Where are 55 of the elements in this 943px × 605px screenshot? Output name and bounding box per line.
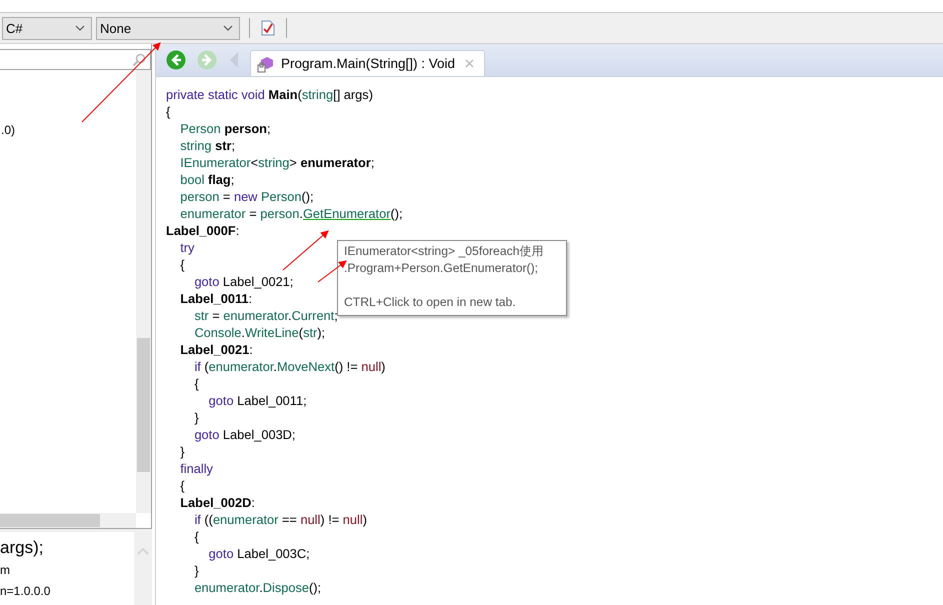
- tree-item[interactable]: .0): [1, 122, 16, 139]
- vertical-scrollbar[interactable]: [136, 70, 151, 513]
- code-line: str = enumerator.Current;: [193, 307, 338, 324]
- details-text: m: [0, 562, 11, 579]
- tooltip-text: CTRL+Click to open in new tab.: [344, 294, 516, 311]
- dropdown[interactable]: None: [96, 16, 240, 40]
- back-button[interactable]: [166, 50, 186, 70]
- code-line: Person person;: [179, 120, 271, 137]
- code-line: {: [166, 103, 170, 120]
- code-line: try: [179, 239, 194, 256]
- tooltip-text: IEnumerator<string> _05foreach使用: [344, 243, 544, 260]
- details-text: n=1.0.0.0: [0, 583, 52, 600]
- code-line: Label_002D:: [179, 494, 255, 511]
- forward-button[interactable]: [197, 50, 217, 70]
- dropdown[interactable]: C#: [2, 16, 92, 40]
- code-line: {: [179, 256, 184, 273]
- code-line: bool flag;: [179, 171, 234, 188]
- code-line: person = new Person();: [179, 188, 314, 205]
- tab[interactable]: Program.Main(String[]) : Void: [250, 50, 486, 76]
- code-line: Label_000F:: [166, 222, 240, 239]
- code-line: }: [193, 409, 199, 426]
- code-line: }: [193, 562, 199, 579]
- code-link[interactable]: GetEnumerator: [302, 206, 390, 221]
- code-line: Console.WriteLine(str);: [193, 324, 326, 341]
- code-line: goto Label_0021;: [193, 273, 294, 290]
- code-line: goto Label_003D;: [193, 426, 296, 443]
- code-line: enumerator = person.GetEnumerator();: [179, 205, 403, 222]
- caret-icon: [223, 25, 233, 31]
- code-line: {: [179, 477, 184, 494]
- code-line: {: [193, 375, 199, 392]
- document-check-icon[interactable]: [261, 20, 275, 36]
- code-line: goto Label_003C;: [208, 545, 310, 562]
- code-line: IEnumerator<string> enumerator;: [179, 154, 374, 171]
- code-line: string str;: [179, 137, 235, 154]
- code-line: finally: [179, 460, 213, 477]
- code-line: Label_0011:: [179, 290, 252, 307]
- code-line: Label_0021:: [179, 341, 253, 358]
- search-field[interactable]: [0, 49, 151, 70]
- details-text: args);: [0, 537, 44, 559]
- horizontal-scrollbar[interactable]: [0, 513, 136, 528]
- method-icon: [257, 54, 275, 72]
- scroll-left-icon[interactable]: [229, 51, 239, 69]
- tooltip-text: .Program+Person.GetEnumerator();: [344, 260, 538, 277]
- code-line: goto Label_0011;: [208, 392, 307, 409]
- code-line: private static void Main(string[] args): [166, 86, 373, 103]
- vertical-scrollbar[interactable]: [134, 532, 152, 605]
- close-icon[interactable]: [465, 59, 474, 68]
- code-line: }: [179, 443, 184, 460]
- caret-icon: [75, 25, 85, 31]
- code-line: if (enumerator.MoveNext() != null): [193, 358, 386, 375]
- scroll-up-icon[interactable]: [136, 546, 150, 556]
- code-line: {: [193, 528, 199, 545]
- code-line: enumerator.Dispose();: [193, 579, 322, 596]
- code-line: if ((enumerator == null) != null): [193, 511, 367, 528]
- search-icon: [132, 52, 146, 66]
